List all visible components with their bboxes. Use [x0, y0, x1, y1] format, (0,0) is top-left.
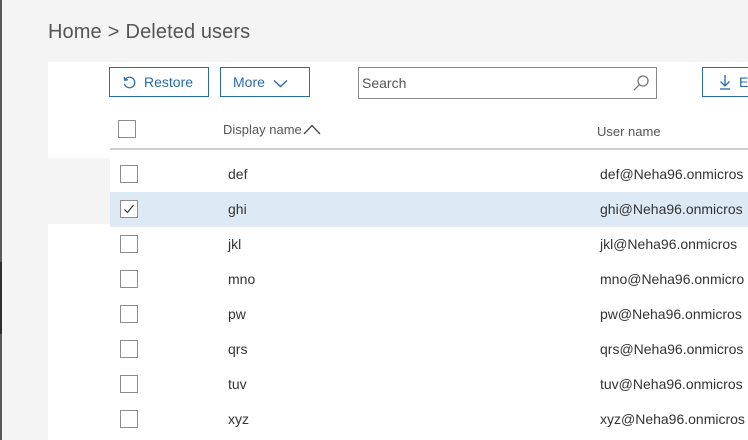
row-user-name: pw@Neha96.onmicros	[600, 306, 742, 322]
panel-side-gap	[48, 158, 110, 224]
table-row[interactable]: tuv tuv@Neha96.onmicros	[110, 367, 748, 402]
restore-icon	[122, 75, 137, 90]
chevron-down-icon	[273, 79, 288, 88]
column-header-display-name[interactable]: Display name	[223, 122, 321, 137]
row-checkbox[interactable]	[120, 340, 138, 358]
row-user-name: xyz@Neha96.onmicros	[600, 411, 745, 427]
content-panel: Restore More E Di	[48, 62, 748, 440]
breadcrumb-current: Deleted users	[125, 21, 251, 43]
search-icon[interactable]	[632, 74, 650, 92]
row-display-name: jkl	[228, 236, 242, 252]
export-button[interactable]: E	[702, 67, 748, 97]
select-all-checkbox[interactable]	[118, 120, 136, 138]
restore-label: Restore	[144, 74, 194, 90]
breadcrumb-home[interactable]: Home	[48, 21, 102, 43]
table-row[interactable]: def def@Neha96.onmicros	[110, 157, 748, 192]
sort-ascending-icon	[303, 124, 321, 135]
left-edge-highlight	[0, 262, 2, 334]
table-row[interactable]: pw pw@Neha96.onmicros	[110, 297, 748, 332]
row-display-name: qrs	[228, 341, 248, 357]
table-row[interactable]: xyz xyz@Neha96.onmicros	[110, 402, 748, 437]
row-checkbox[interactable]	[120, 200, 138, 218]
table-row[interactable]: jkl jkl@Neha96.onmicros	[110, 227, 748, 262]
more-button[interactable]: More	[220, 67, 310, 97]
row-checkbox[interactable]	[120, 410, 138, 428]
breadcrumb: Home > Deleted users	[48, 21, 250, 44]
table-row[interactable]: ghi ghi@Neha96.onmicros	[110, 192, 748, 227]
row-user-name: qrs@Neha96.onmicros	[600, 341, 744, 357]
row-display-name: pw	[228, 306, 246, 322]
row-checkbox[interactable]	[120, 305, 138, 323]
row-checkbox[interactable]	[120, 165, 138, 183]
export-label: E	[739, 74, 748, 90]
row-display-name: def	[228, 166, 248, 182]
breadcrumb-separator: >	[107, 21, 120, 43]
more-label: More	[233, 74, 265, 90]
row-user-name: ghi@Neha96.onmicros	[600, 201, 743, 217]
row-display-name: mno	[228, 271, 256, 287]
search-box	[358, 67, 657, 99]
row-checkbox[interactable]	[120, 375, 138, 393]
table-header: Display name User name	[110, 114, 748, 150]
table-row[interactable]: qrs qrs@Neha96.onmicros	[110, 332, 748, 367]
row-checkbox[interactable]	[120, 270, 138, 288]
column-header-user-name[interactable]: User name	[597, 124, 661, 139]
row-user-name: jkl@Neha96.onmicros	[600, 236, 738, 252]
checkmark-icon	[124, 204, 134, 214]
row-user-name: def@Neha96.onmicros	[600, 166, 744, 182]
row-checkbox[interactable]	[120, 235, 138, 253]
left-edge-bar	[0, 0, 2, 440]
table-row[interactable]: mno mno@Neha96.onmicro	[110, 262, 748, 297]
row-user-name: mno@Neha96.onmicro	[600, 271, 745, 287]
user-list: def def@Neha96.onmicros ghi ghi@Neha96.o…	[110, 157, 748, 437]
download-icon	[719, 74, 731, 90]
search-input[interactable]	[359, 68, 622, 97]
column-header-display-name-label: Display name	[223, 122, 302, 137]
row-user-name: tuv@Neha96.onmicros	[600, 376, 743, 392]
row-display-name: tuv	[228, 376, 247, 392]
row-display-name: ghi	[228, 201, 247, 217]
restore-button[interactable]: Restore	[109, 67, 209, 97]
row-display-name: xyz	[228, 411, 249, 427]
